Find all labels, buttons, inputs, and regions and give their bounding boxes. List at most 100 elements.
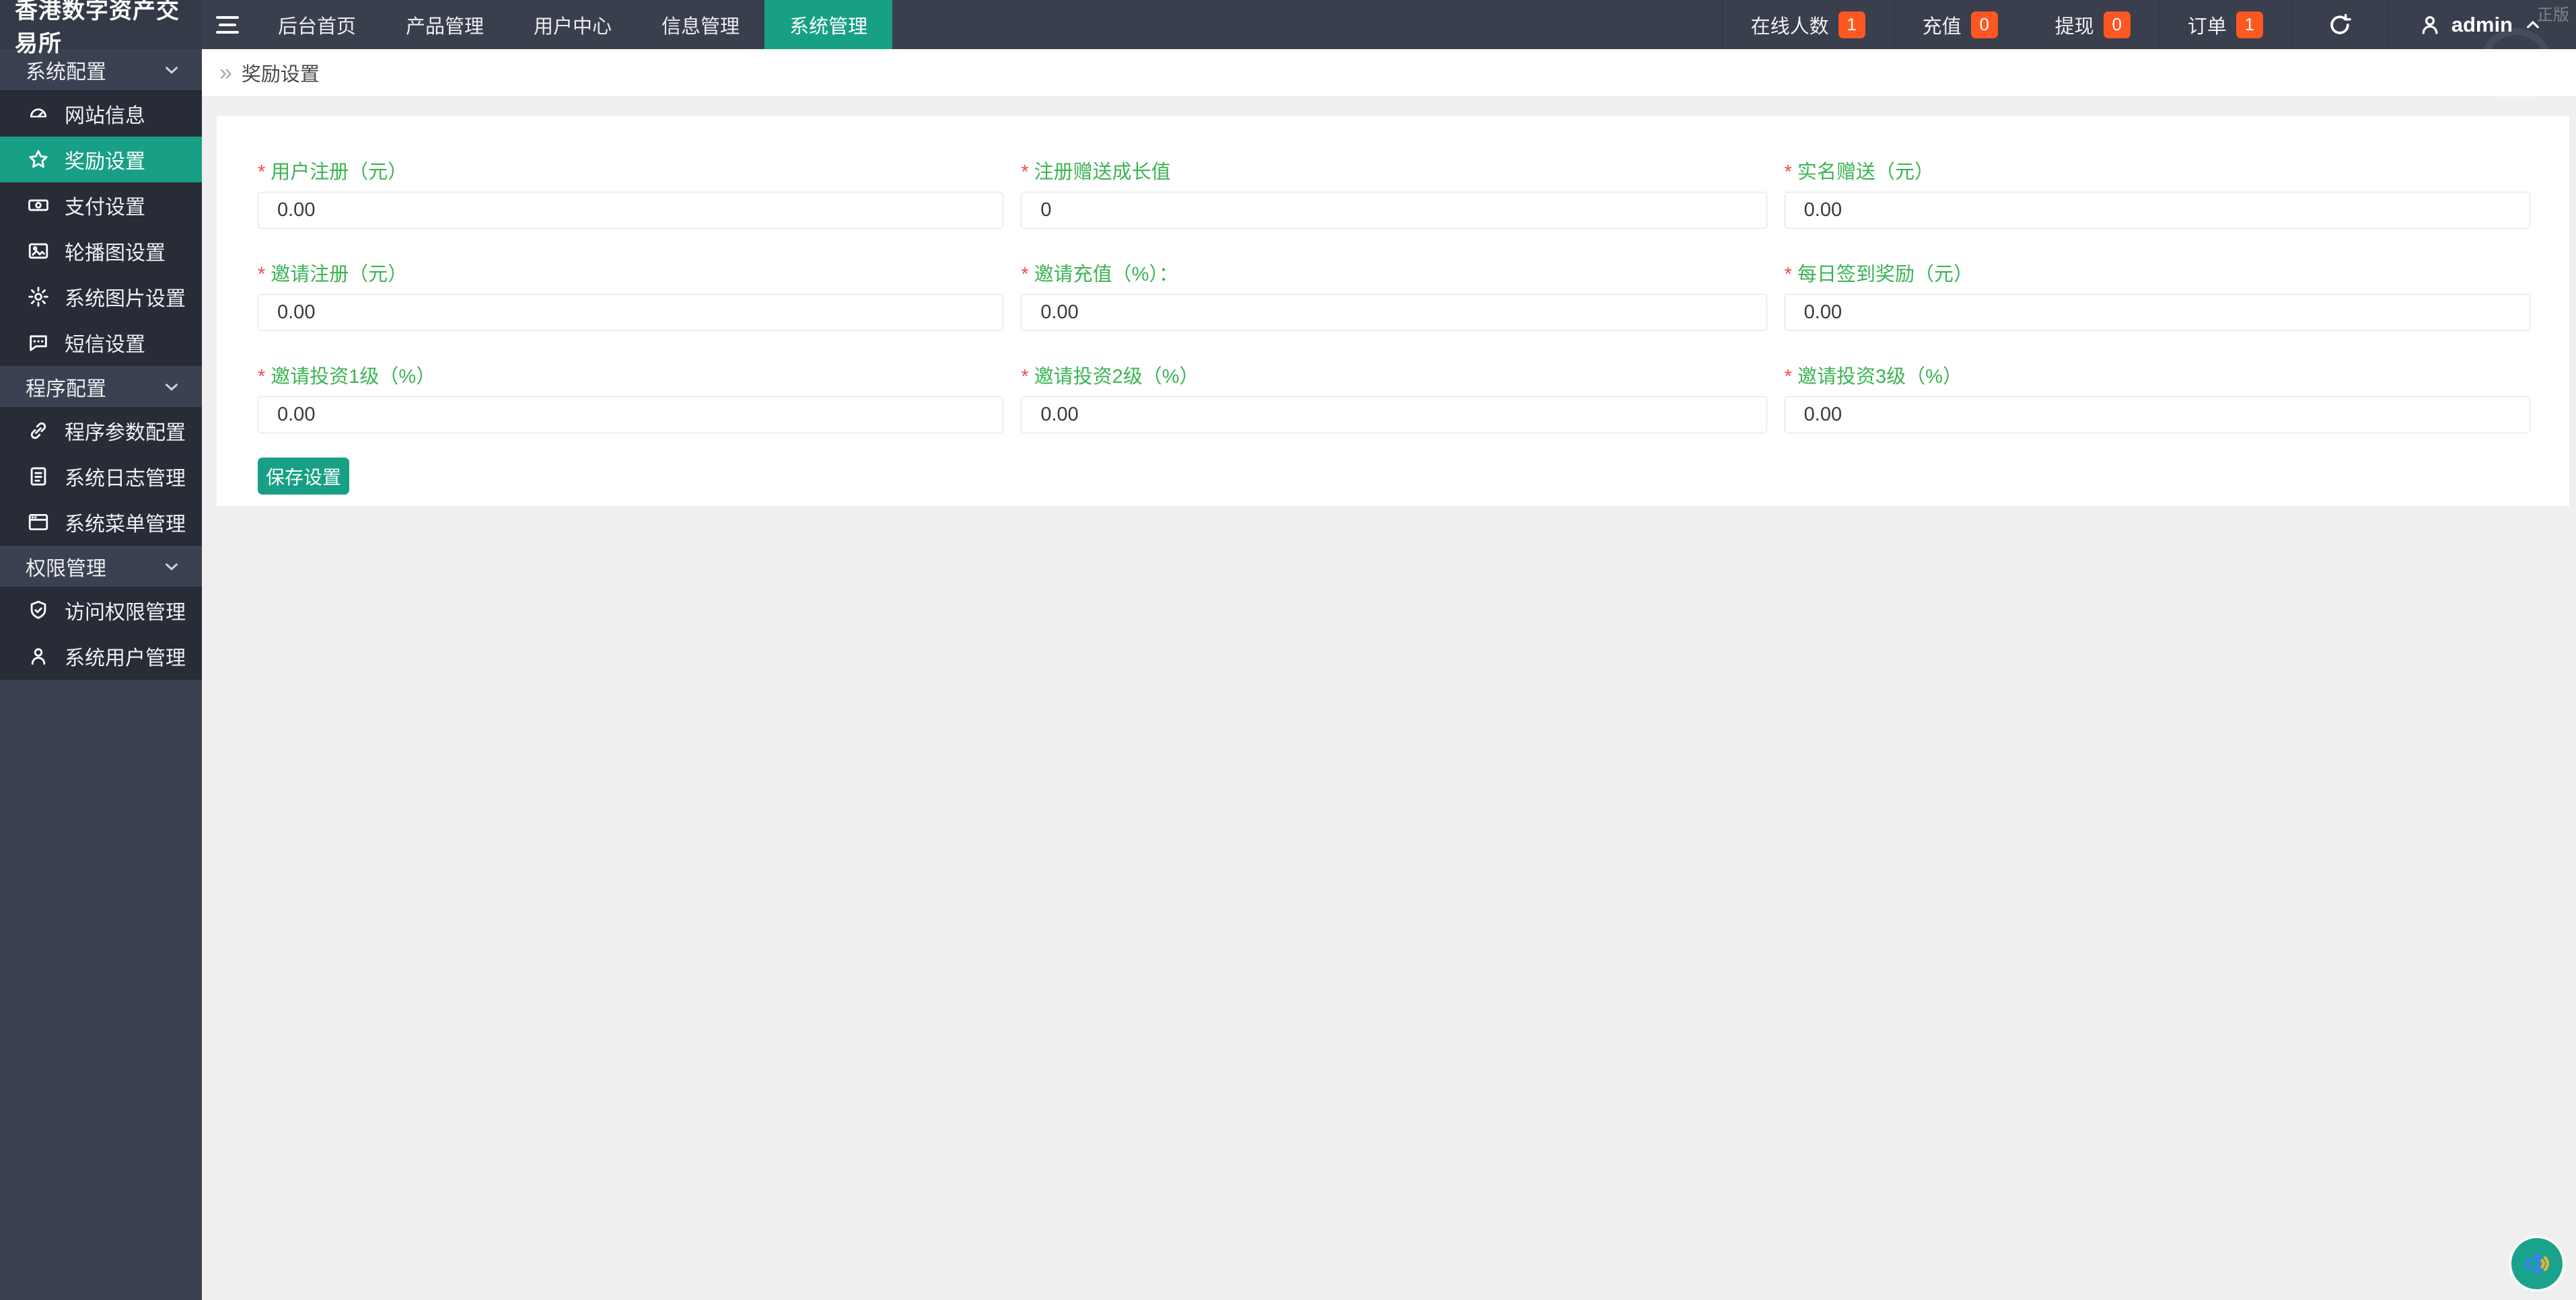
reward-settings-card: *用户注册（元） *注册赠送成长值 *实名赠送（元） *邀请注册（元） *邀请充… [217,116,2569,506]
status-withdraw[interactable]: 提现 0 [2026,0,2159,49]
sound-toggle-button[interactable] [2511,1238,2563,1289]
chevron-down-icon [166,66,178,74]
section-title: 权限管理 [26,557,106,580]
watermark-text: 正版 [2537,6,2569,24]
user-icon [31,648,46,665]
user-register-input[interactable] [258,192,1004,229]
sidebar-item-program-params[interactable]: 程序参数配置 [0,408,202,454]
hamburger-menu-icon[interactable] [202,0,253,49]
realname-bonus-input[interactable] [1784,192,2530,229]
sidebar-item-label: 网站信息 [65,105,145,127]
sidebar-item-label: 短信设置 [65,334,145,356]
field-label: * 邀请投资3级（%） [1784,366,1962,388]
required-asterisk: * [1784,366,1792,388]
log-icon [30,467,46,486]
refresh-icon[interactable] [2291,0,2388,49]
field-label: * 邀请投资1级（%） [258,366,436,388]
breadcrumb: » 奖励设置 [202,49,2576,96]
field-label: * 邀请投资2级（%） [1021,366,1199,388]
tab-info-management[interactable]: 信息管理 [637,0,764,49]
save-settings-button[interactable]: 保存设置 [258,458,349,495]
invite-invest-lv3-input[interactable] [1784,396,2530,433]
required-asterisk: * [258,161,266,183]
link-icon [30,422,46,439]
section-title: 程序配置 [26,377,106,400]
section-items: 访问权限管理 系统用户管理 [0,587,202,680]
sidebar-item-system-users[interactable]: 系统用户管理 [0,633,202,679]
status-orders[interactable]: 订单 1 [2158,0,2291,49]
sidebar-item-access-permissions[interactable]: 访问权限管理 [0,587,202,633]
field-label: * 实名赠送（元） [1784,161,1934,183]
field-user-register: * 用户注册（元） [258,156,1004,229]
shield-check-icon [30,600,46,619]
required-asterisk: * [1021,366,1029,388]
main-content: » 奖励设置 *用户注册（元） *注册赠送成长值 *实名赠送（元） *邀请注册（… [202,49,2576,1300]
status-badge: 1 [1838,11,1865,38]
sidebar-item-system-image-settings[interactable]: 系统图片设置 [0,274,202,320]
required-asterisk: * [258,264,266,285]
required-asterisk: * [1784,161,1792,183]
status-online-users[interactable]: 在线人数 1 [1721,0,1894,49]
status-label: 充值 [1922,15,1962,38]
sidebar-item-label: 访问权限管理 [65,602,186,624]
sidebar-section-program-config[interactable]: 程序配置 [0,366,202,408]
status-label: 提现 [2054,15,2094,38]
sidebar-item-payment-settings[interactable]: 支付设置 [0,182,202,228]
invite-invest-lv1-input[interactable] [258,396,1004,433]
daily-signin-reward-input[interactable] [1784,294,2530,331]
field-invite-invest-lv2: * 邀请投资2级（%） [1021,361,1767,433]
chevron-down-icon [166,563,178,571]
field-label: * 邀请注册（元） [258,264,408,285]
top-navbar: 香港数字资产交易所 后台首页 产品管理 用户中心 信息管理 系统管理 在线人数 … [0,0,2576,57]
field-label: * 每日签到奖励（元） [1784,264,1973,285]
status-badge: 1 [2235,11,2263,38]
sidebar-item-label: 轮播图设置 [65,242,166,264]
field-invite-invest-lv1: * 邀请投资1级（%） [258,361,1004,433]
tab-product-management[interactable]: 产品管理 [381,0,509,49]
status-badge: 0 [1970,11,1998,38]
sidebar-item-label: 奖励设置 [65,151,145,173]
sidebar-item-label: 系统菜单管理 [65,513,186,536]
sidebar-item-website-info[interactable]: 网站信息 [0,91,202,137]
status-recharge[interactable]: 充值 0 [1893,0,2026,49]
sidebar-item-label: 程序参数配置 [65,422,186,444]
sidebar-item-system-menus[interactable]: 系统菜单管理 [0,499,202,545]
required-asterisk: * [258,366,266,388]
field-label: * 注册赠送成长值 [1021,161,1171,183]
image-icon [28,243,48,259]
required-asterisk: * [1021,264,1029,285]
status-badge: 0 [2103,11,2131,38]
register-growth-input[interactable] [1021,192,1767,229]
sidebar-item-label: 支付设置 [65,196,145,219]
person-icon [2422,15,2438,34]
status-label: 订单 [2187,15,2227,38]
tab-user-center[interactable]: 用户中心 [509,0,637,49]
invite-recharge-input[interactable] [1021,294,1767,331]
field-daily-signin-reward: * 每日签到奖励（元） [1784,258,2530,331]
field-register-growth: * 注册赠送成长值 [1021,156,1767,229]
required-asterisk: * [1021,161,1029,183]
sidebar-item-system-logs[interactable]: 系统日志管理 [0,454,202,499]
tab-backend-home[interactable]: 后台首页 [253,0,381,49]
gear-icon [28,287,48,307]
invite-register-input[interactable] [258,294,1004,331]
speaker-icon [2526,1253,2549,1274]
sidebar-item-label: 系统日志管理 [65,468,186,490]
sidebar-item-reward-settings[interactable]: 奖励设置 [0,137,202,182]
top-menu: 后台首页 产品管理 用户中心 信息管理 系统管理 [253,0,893,49]
sidebar-item-label: 系统图片设置 [65,288,186,310]
sidebar-item-sms-settings[interactable]: 短信设置 [0,320,202,365]
chevron-down-icon [166,383,178,391]
sidebar-section-permission-mgmt[interactable]: 权限管理 [0,546,202,587]
sidebar: 系统配置 网站信息 奖励设置 支付设置 轮播图设置 系统图片设置 短信设置 程序 [0,49,202,1300]
breadcrumb-chevrons-icon: » [219,59,232,85]
menu-board-icon [28,513,48,531]
sidebar-item-carousel-settings[interactable]: 轮播图设置 [0,228,202,274]
section-items: 程序参数配置 系统日志管理 系统菜单管理 [0,408,202,546]
invite-invest-lv2-input[interactable] [1021,396,1767,433]
tab-system-management[interactable]: 系统管理 [764,0,893,49]
star-icon [29,150,48,168]
field-invite-recharge: * 邀请充值（%）： [1021,258,1767,331]
field-label: * 用户注册（元） [258,161,408,183]
breadcrumb-label: 奖励设置 [241,64,320,85]
